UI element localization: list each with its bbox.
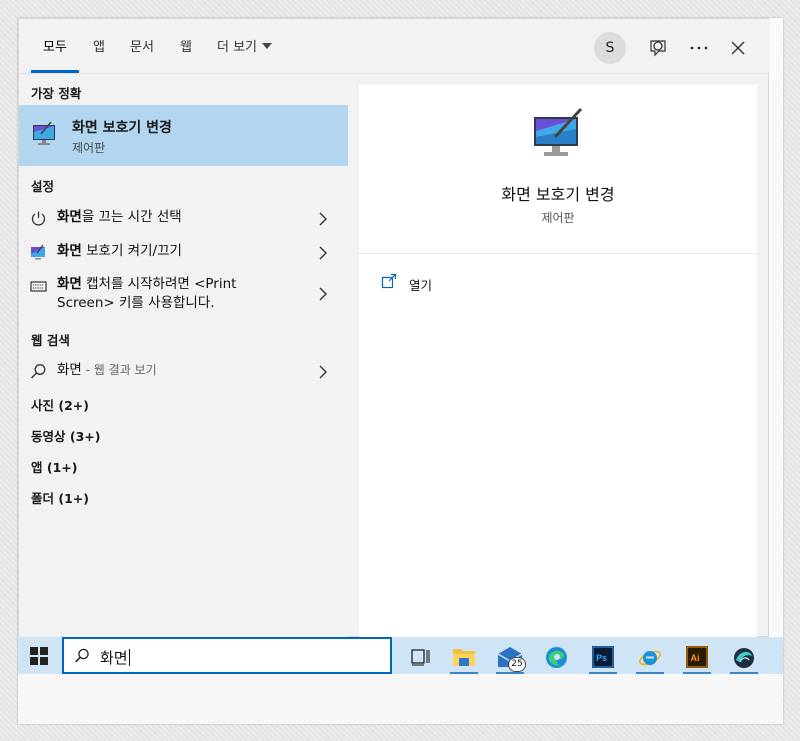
taskbar: 화면 25 Ps Ai — [18, 637, 783, 674]
settings-item-bold: 화면 — [57, 243, 82, 259]
chevron-right-icon — [319, 212, 327, 226]
category-photos[interactable]: 사진 (2+) — [31, 395, 89, 414]
search-icon — [31, 364, 46, 379]
category-folders[interactable]: 폴더 (1+) — [31, 488, 89, 507]
taskbar-search-box[interactable]: 화면 — [62, 637, 392, 674]
search-topbar: 모두 앱 문서 웹 더 보기 S — [19, 19, 770, 74]
folder-icon — [453, 649, 475, 666]
edge-browser-icon — [546, 647, 567, 668]
settings-item-bold: 화면 — [57, 276, 82, 292]
settings-item-print-screen[interactable]: 화면 캡처를 시작하려면 <Print Screen> 키를 사용합니다. — [19, 270, 348, 318]
tab-web[interactable]: 웹 — [180, 39, 192, 73]
open-external-icon — [381, 273, 397, 289]
settings-item-text-line2: Screen> 키를 사용합니다. — [57, 295, 215, 311]
web-search-item[interactable]: 화면 - 웹 결과 보기 — [19, 355, 348, 387]
settings-item-text: 을 끄는 시간 선택 — [81, 209, 182, 225]
search-window: 모두 앱 문서 웹 더 보기 S 가장 정확 화면 보호기 변경 제어판 설정 … — [18, 18, 770, 637]
results-list: 가장 정확 화면 보호기 변경 제어판 설정 화면을 끄는 시간 선택 화면 보… — [19, 75, 348, 637]
chevron-right-icon — [319, 246, 327, 260]
screensaver-monitor-icon — [534, 107, 583, 156]
mail-app[interactable]: 25 — [492, 641, 528, 674]
more-options-icon[interactable] — [688, 37, 710, 59]
tab-more-label: 더 보기 — [217, 40, 258, 55]
text-cursor — [128, 649, 130, 666]
swirl-app[interactable] — [726, 641, 762, 674]
category-videos[interactable]: 동영상 (3+) — [31, 426, 100, 445]
open-label: 열기 — [409, 278, 433, 293]
power-icon — [31, 211, 46, 226]
web-search-heading: 웹 검색 — [31, 333, 70, 348]
tab-more[interactable]: 더 보기 — [217, 39, 273, 73]
internet-explorer-app[interactable] — [632, 641, 668, 674]
settings-item-text: 캡처를 시작하려면 <Print — [81, 276, 237, 292]
settings-heading: 설정 — [31, 179, 55, 194]
settings-item-bold: 화면 — [57, 209, 82, 225]
internet-explorer-icon — [639, 650, 661, 666]
chevron-down-icon — [262, 43, 273, 49]
account-avatar[interactable]: S — [594, 32, 626, 64]
category-apps[interactable]: 앱 (1+) — [31, 457, 77, 476]
illustrator-app[interactable]: Ai — [679, 641, 715, 674]
swirl-app-icon — [734, 648, 754, 668]
tab-apps[interactable]: 앱 — [93, 39, 105, 73]
task-view-icon[interactable] — [402, 641, 438, 674]
screensaver-small-icon — [31, 244, 45, 260]
photoshop-icon: Ps — [592, 646, 614, 668]
edge-app[interactable] — [538, 641, 574, 674]
file-explorer-app[interactable] — [446, 641, 482, 674]
settings-item-screensaver-toggle[interactable]: 화면 보호기 켜기/끄기 — [19, 236, 348, 268]
tab-all[interactable]: 모두 — [31, 39, 79, 73]
best-match-item[interactable]: 화면 보호기 변경 제어판 — [19, 105, 348, 166]
search-input-value[interactable]: 화면 — [100, 649, 128, 667]
settings-item-screen-timeout[interactable]: 화면을 끄는 시간 선택 — [19, 202, 348, 234]
feedback-icon[interactable] — [647, 37, 669, 59]
screensaver-monitor-icon — [33, 121, 55, 145]
windows-start-icon[interactable] — [30, 647, 48, 665]
web-search-suffix: - 웹 결과 보기 — [81, 363, 157, 377]
best-match-title: 화면 보호기 변경 — [72, 120, 172, 136]
best-match-heading: 가장 정확 — [31, 86, 82, 101]
preview-divider — [359, 253, 757, 254]
desktop-bottom — [18, 674, 783, 724]
best-match-subtitle: 제어판 — [72, 141, 106, 155]
close-icon[interactable] — [727, 37, 749, 59]
preview-pane: 화면 보호기 변경 제어판 열기 — [359, 85, 757, 637]
tab-documents[interactable]: 문서 — [130, 39, 154, 73]
search-icon — [74, 648, 89, 663]
svg-text:Ps: Ps — [596, 653, 607, 663]
illustrator-icon: Ai — [686, 646, 708, 668]
preview-title: 화면 보호기 변경 — [501, 185, 615, 204]
mail-badge: 25 — [508, 657, 526, 672]
chevron-right-icon — [319, 287, 327, 301]
settings-item-text: 보호기 켜기/끄기 — [81, 243, 182, 259]
keyboard-icon — [30, 281, 47, 292]
chevron-right-icon — [319, 365, 327, 379]
preview-subtitle: 제어판 — [541, 211, 575, 225]
photoshop-app[interactable]: Ps — [585, 641, 621, 674]
web-search-term: 화면 — [57, 362, 82, 378]
svg-text:Ai: Ai — [691, 653, 700, 663]
